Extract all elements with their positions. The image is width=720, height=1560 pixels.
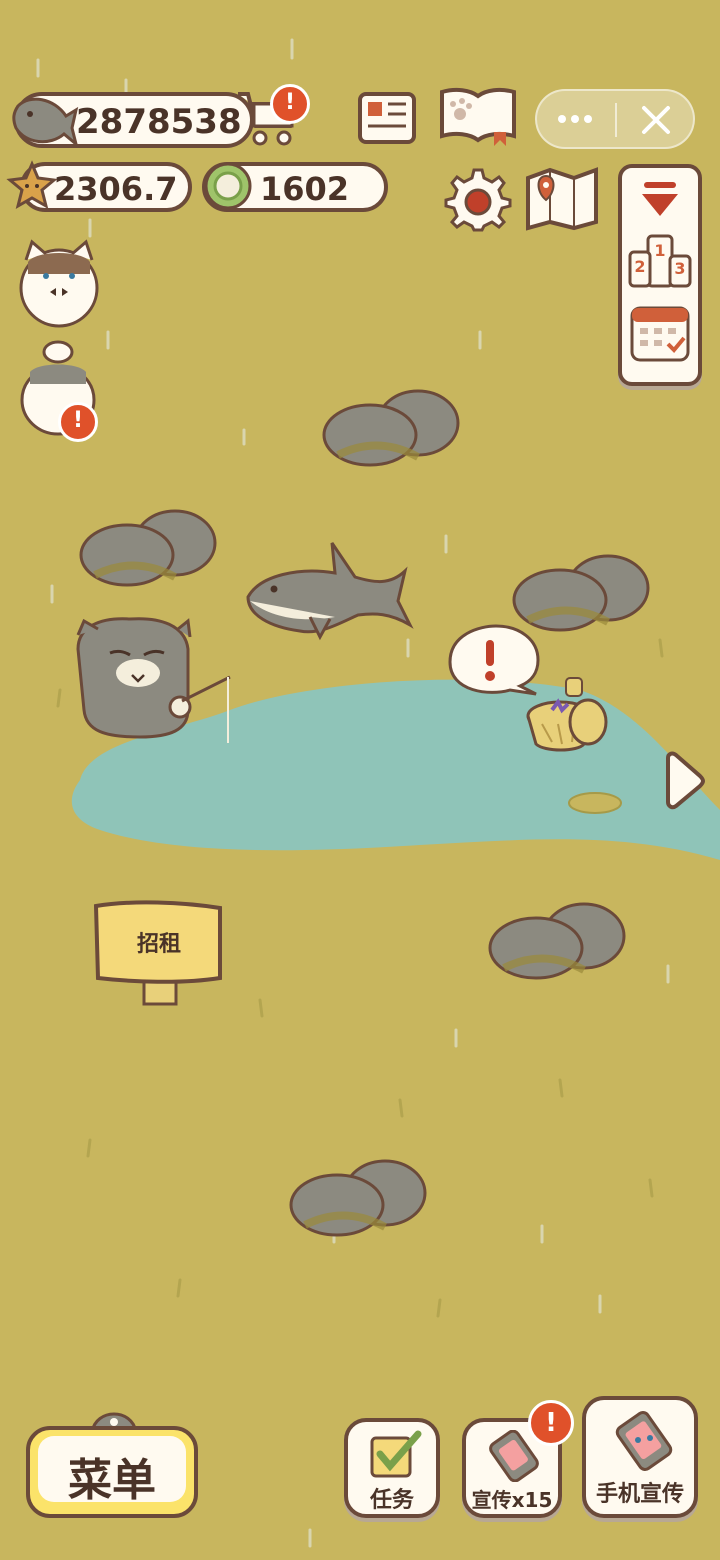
fish-icon xyxy=(12,97,79,149)
newspaper-icon[interactable] xyxy=(354,88,420,150)
more-dots-icon[interactable] xyxy=(550,104,600,134)
fish-currency-value: 2878538 xyxy=(76,102,242,142)
phone-promo-button[interactable]: 手机宣传 xyxy=(582,1396,698,1518)
shark-character[interactable] xyxy=(240,535,415,645)
svg-text:2: 2 xyxy=(634,257,645,276)
fishing-cat-character[interactable] xyxy=(70,615,245,750)
rental-sign-label: 招租 xyxy=(136,932,181,957)
close-x-icon[interactable] xyxy=(636,100,676,140)
green-coin-icon xyxy=(204,162,252,210)
rock-cluster xyxy=(322,389,460,467)
calendar-icon[interactable] xyxy=(628,298,692,366)
menu-button-label: 菜单 xyxy=(68,1455,156,1506)
svg-text:3: 3 xyxy=(674,259,685,278)
rock-cluster xyxy=(289,1159,427,1237)
shop-alert-badge: ! xyxy=(270,84,310,124)
promo-alert-badge: ! xyxy=(528,1400,574,1446)
rock-cluster xyxy=(488,902,626,980)
leaderboard-icon[interactable]: 1 2 3 xyxy=(626,230,694,292)
tasks-button[interactable]: 任务 xyxy=(344,1418,440,1518)
capsule-divider xyxy=(615,103,617,137)
promo-phone-icon xyxy=(489,1430,539,1482)
settings-gear-icon[interactable] xyxy=(444,164,512,232)
star-currency-value: 2306.7 xyxy=(54,170,178,208)
collapse-arrow-icon[interactable] xyxy=(636,176,684,224)
game-scene: 招租 2878538 ! 2306.7 1602 1 2 3 ! 菜单 任务 宣… xyxy=(0,0,720,1560)
menu-button-frame: 菜单 xyxy=(26,1426,198,1518)
rock-cluster xyxy=(79,509,217,587)
promo-label: 宣传x15 xyxy=(471,1488,553,1512)
avatar-alert-badge: ! xyxy=(58,402,98,442)
rental-sign[interactable]: 招租 xyxy=(92,898,226,1010)
menu-button[interactable]: 菜单 xyxy=(26,1408,198,1518)
promo-phone-icon xyxy=(615,1411,673,1471)
phone-promo-label: 手机宣传 xyxy=(595,1482,684,1507)
cat-avatar-bowtie[interactable] xyxy=(16,238,102,330)
star-icon xyxy=(6,160,58,210)
gem-currency-value: 1602 xyxy=(260,170,350,208)
map-icon[interactable] xyxy=(524,164,600,232)
fish-basket[interactable] xyxy=(522,672,614,756)
right-arrow-icon[interactable] xyxy=(660,750,708,810)
tasks-label: 任务 xyxy=(369,1488,414,1513)
paw-book-icon[interactable] xyxy=(436,84,520,150)
checkbox-icon xyxy=(370,1430,422,1478)
svg-text:1: 1 xyxy=(654,241,665,260)
